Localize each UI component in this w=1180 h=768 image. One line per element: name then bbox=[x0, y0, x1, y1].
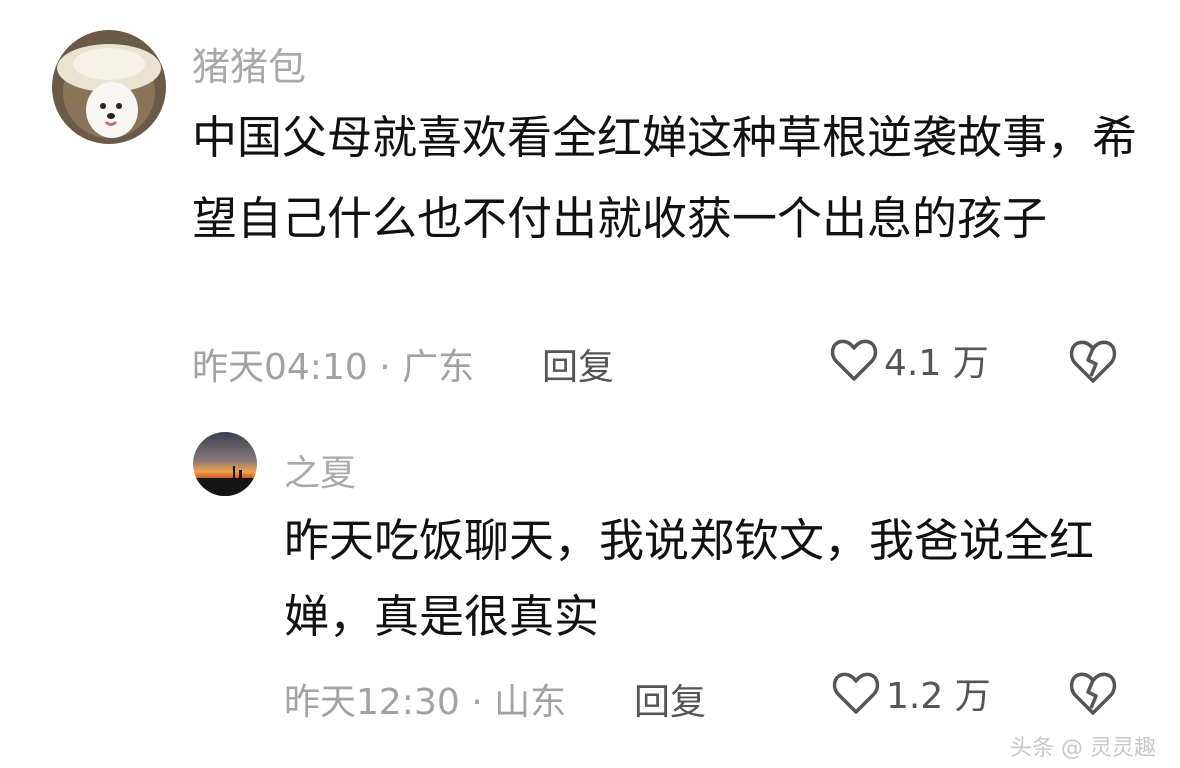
like-count: 4.1 万 bbox=[884, 343, 989, 384]
comment-text: 中国父母就喜欢看全红婵这种草根逆袭故事，希望自己什么也不付出就收获一个出息的孩子 bbox=[192, 111, 1138, 245]
dislike-button[interactable] bbox=[1068, 670, 1118, 716]
sunset-avatar-icon bbox=[193, 432, 257, 496]
comment-username[interactable]: 之夏 bbox=[284, 444, 356, 496]
user-avatar[interactable] bbox=[193, 432, 257, 496]
like-count: 1.2 万 bbox=[886, 676, 991, 717]
comment-time-location: 昨天04:10 · 广东 bbox=[192, 347, 475, 388]
heart-outline-icon bbox=[830, 339, 878, 381]
reply-button[interactable]: 回复 bbox=[542, 338, 614, 390]
broken-heart-icon bbox=[1069, 672, 1117, 715]
dislike-button[interactable] bbox=[1068, 338, 1118, 384]
comment-username[interactable]: 猪猪包 bbox=[192, 36, 306, 91]
heart-outline-icon bbox=[832, 672, 880, 714]
user-avatar[interactable] bbox=[52, 30, 166, 144]
comment-text: 昨天吃饭聊天，我说郑钦文，我爸说全红婵，真是很真实 bbox=[284, 514, 1095, 643]
comment-time-location: 昨天12:30 · 山东 bbox=[284, 682, 567, 723]
like-button[interactable]: 1.2 万 bbox=[832, 668, 991, 718]
broken-heart-icon bbox=[1069, 340, 1117, 383]
like-button[interactable]: 4.1 万 bbox=[830, 335, 989, 385]
dog-in-hat-avatar-icon bbox=[52, 30, 166, 144]
reply-button[interactable]: 回复 bbox=[634, 673, 706, 725]
watermark: 头条 @ 灵灵趣 bbox=[1010, 736, 1156, 761]
